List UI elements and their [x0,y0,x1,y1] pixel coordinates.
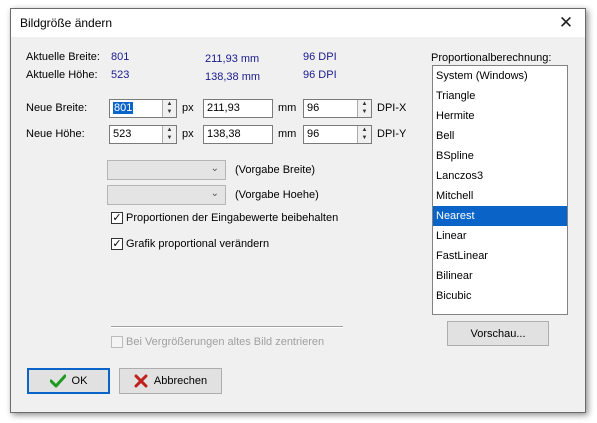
preview-button[interactable]: Vorschau... [447,321,549,346]
center-on-enlarge-checkbox[interactable] [111,336,123,348]
list-item[interactable]: Bilinear [433,266,567,286]
chevron-down-icon: ⌄ [210,188,219,199]
list-item[interactable]: Bell [433,126,567,146]
preview-button-label: Vorschau... [470,327,526,340]
new-height-px-unit: px [182,128,194,140]
new-height-px-value: 523 [113,128,132,140]
new-width-px-input[interactable]: 801 ▲ ▼ [109,99,177,118]
current-height-mm: 138,38 mm [205,71,261,83]
list-item[interactable]: Nearest [433,206,567,226]
spin-down-icon[interactable]: ▼ [358,108,371,116]
new-height-spinner[interactable]: ▲ ▼ [162,126,176,143]
checkmark-icon: ✓ [112,212,122,224]
dpi-y-spinner[interactable]: ▲ ▼ [357,126,371,143]
cancel-button[interactable]: Abbrechen [119,368,222,394]
spin-down-icon[interactable]: ▼ [163,108,176,116]
chevron-down-icon: ⌄ [210,163,219,174]
current-width-px: 801 [111,51,130,63]
new-width-mm-input[interactable]: 211,93 [203,99,273,118]
dpi-y-input[interactable]: 96 ▲ ▼ [303,125,372,144]
red-x-icon [134,374,148,388]
new-width-mm-unit: mm [278,102,297,114]
preset-height-select[interactable]: ⌄ [107,185,226,205]
current-dpi-y: 96 DPI [303,69,337,81]
list-item[interactable]: Linear [433,226,567,246]
current-dpi-x: 96 DPI [303,51,337,63]
spin-up-icon[interactable]: ▲ [358,126,371,134]
spin-down-icon[interactable]: ▼ [358,134,371,142]
current-width-mm: 211,93 mm [205,53,260,65]
spin-up-icon[interactable]: ▲ [358,100,371,108]
new-width-px-unit: px [182,102,194,114]
ok-button-label: OK [71,375,88,387]
close-icon[interactable]: ✕ [555,13,577,33]
new-height-mm-input[interactable]: 138,38 [203,125,273,144]
new-width-label: Neue Breite: [26,102,88,114]
resampling-listbox[interactable]: System (Windows) Triangle Hermite Bell BSpli… [432,65,568,315]
dpi-x-value: 96 [307,102,320,114]
list-item[interactable]: Lanczos3 [433,166,567,186]
dpi-x-spinner[interactable]: ▲ ▼ [357,100,371,117]
list-item[interactable]: Bicubic [433,286,567,306]
dpi-y-value: 96 [307,128,320,140]
list-item[interactable]: Hermite [433,106,567,126]
list-item[interactable]: System (Windows) [433,66,567,86]
keep-proportions-label[interactable]: Proportionen der Eingabewerte beibehalte… [126,212,338,224]
resampling-label: Proportionalberechnung: [431,52,552,64]
new-width-spinner[interactable]: ▲ ▼ [162,100,176,117]
preset-width-label: (Vorgabe Breite) [235,164,316,176]
separator [111,326,343,328]
center-on-enlarge-label[interactable]: Bei Vergrößerungen altes Bild zentrieren [126,336,324,348]
dpi-y-label: DPI-Y [377,128,407,140]
resize-image-dialog: Bildgröße ändern ✕ Aktuelle Breite: 801 … [10,8,586,413]
new-width-px-value: 801 [113,102,134,114]
list-item[interactable]: Mitchell [433,186,567,206]
current-width-label: Aktuelle Breite: [26,51,100,63]
list-item[interactable]: FastLinear [433,246,567,266]
new-width-mm-value: 211,93 [207,102,240,114]
dpi-x-input[interactable]: 96 ▲ ▼ [303,99,372,118]
current-height-label: Aktuelle Höhe: [26,69,98,81]
new-height-mm-unit: mm [278,128,297,140]
current-height-px: 523 [111,69,130,81]
scale-graphic-checkbox[interactable]: ✓ [111,238,123,250]
new-height-px-input[interactable]: 523 ▲ ▼ [109,125,177,144]
preset-height-label: (Vorgabe Hoehe) [235,189,319,201]
window-title: Bildgröße ändern [20,16,113,30]
spin-up-icon[interactable]: ▲ [163,100,176,108]
cancel-button-label: Abbrechen [153,375,208,387]
new-height-label: Neue Höhe: [26,128,85,140]
list-item[interactable]: BSpline [433,146,567,166]
checkmark-icon [49,374,66,388]
preset-width-select[interactable]: ⌄ [107,160,226,180]
scale-graphic-label[interactable]: Grafik proportional verändern [126,238,269,250]
spin-up-icon[interactable]: ▲ [163,126,176,134]
ok-button[interactable]: OK [27,368,110,394]
checkmark-icon: ✓ [112,238,122,250]
dpi-x-label: DPI-X [377,102,407,114]
list-item[interactable]: Triangle [433,86,567,106]
keep-proportions-checkbox[interactable]: ✓ [111,212,123,224]
spin-down-icon[interactable]: ▼ [163,134,176,142]
new-height-mm-value: 138,38 [207,128,241,140]
title-bar: Bildgröße ändern ✕ [11,9,585,37]
